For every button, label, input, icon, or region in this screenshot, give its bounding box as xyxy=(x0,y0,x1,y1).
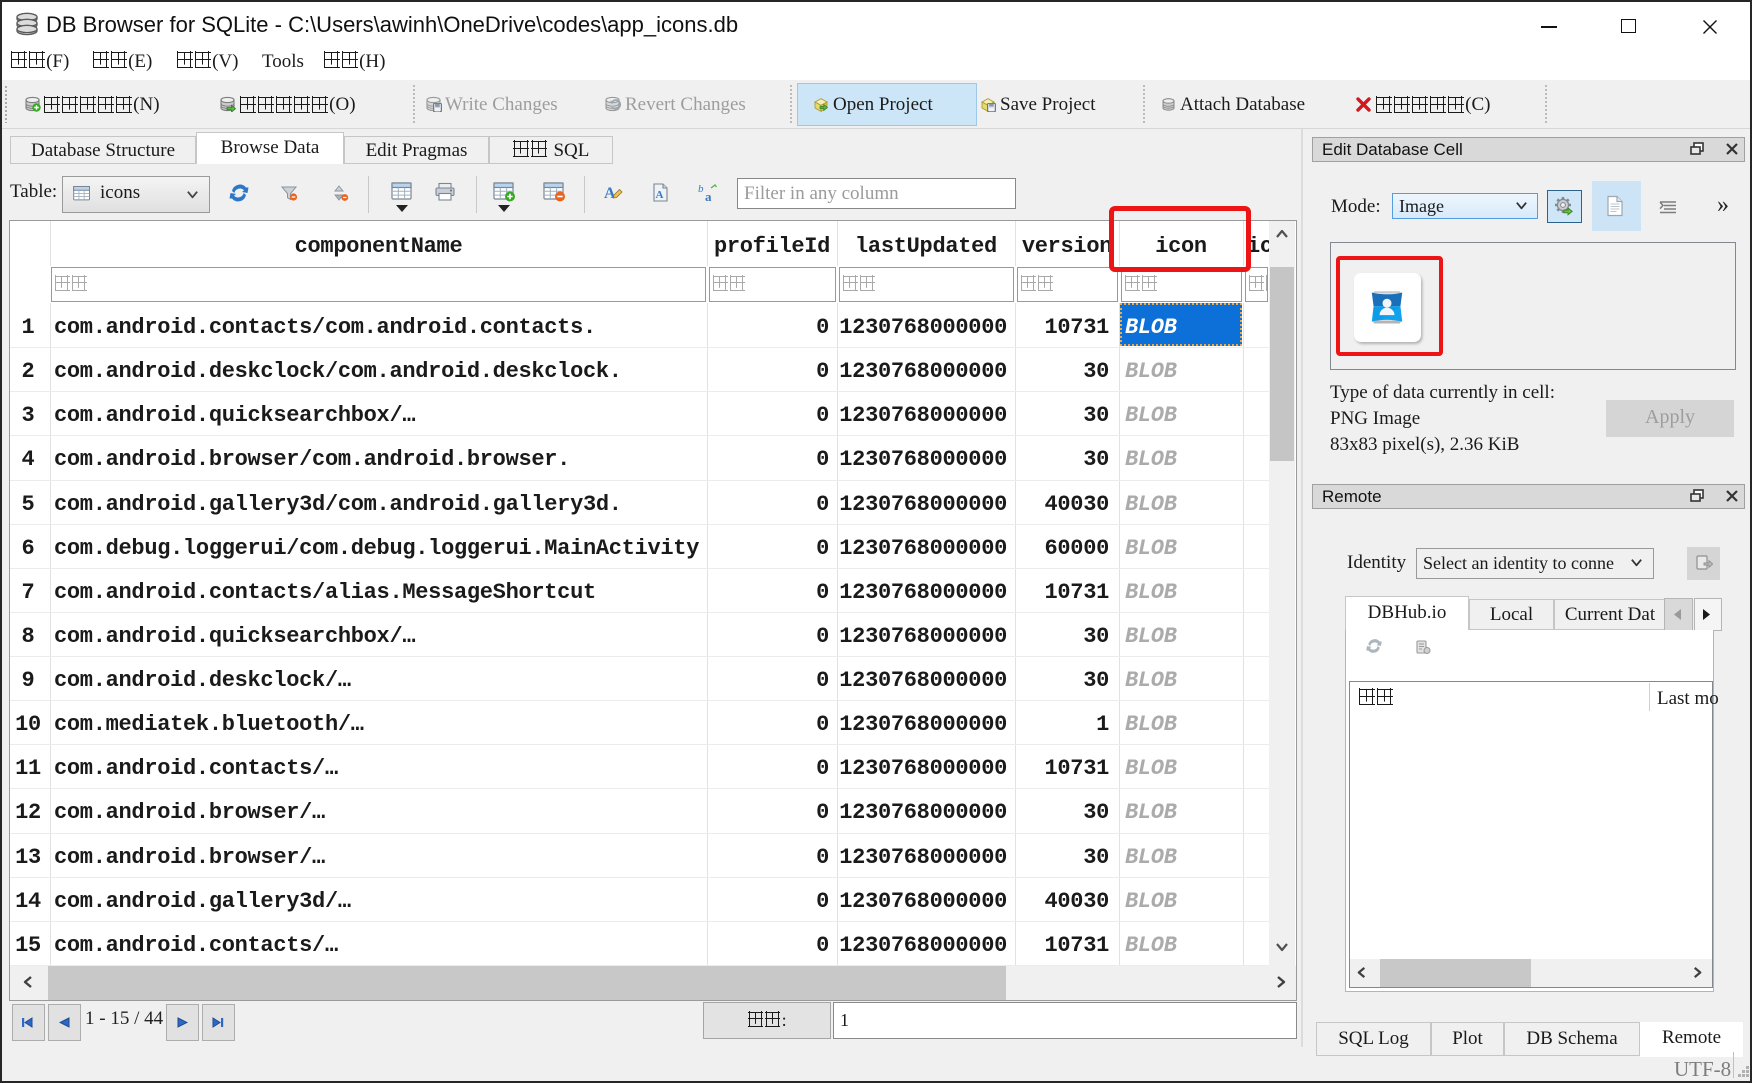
svg-text:a: a xyxy=(705,189,712,204)
svg-text:b: b xyxy=(698,183,704,195)
svg-text:A: A xyxy=(656,189,664,201)
svg-text:A: A xyxy=(604,185,616,202)
